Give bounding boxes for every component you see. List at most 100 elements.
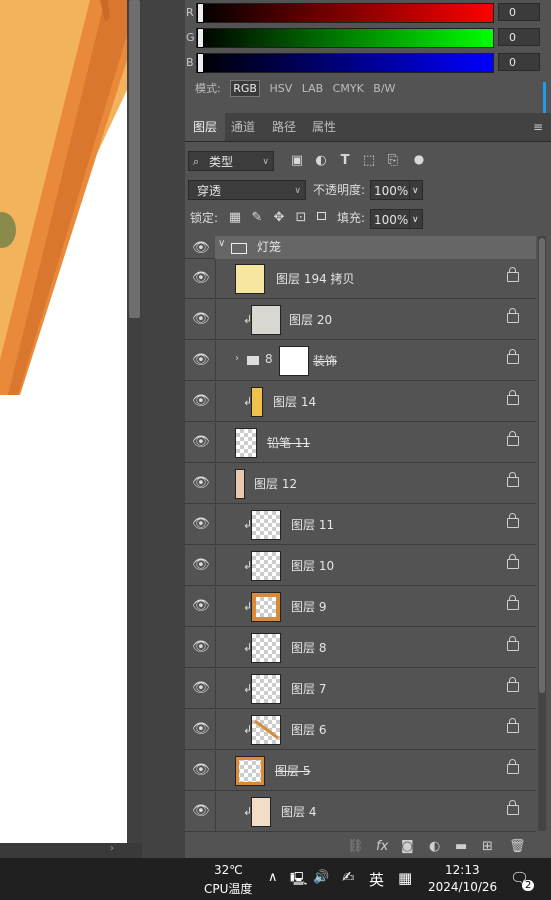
tab-channels[interactable]: 通道 xyxy=(231,113,259,141)
eye-icon[interactable]: 👁 xyxy=(192,680,210,696)
eye-icon[interactable]: 👁 xyxy=(192,598,210,614)
volume-icon[interactable]: 🔊 xyxy=(313,870,329,885)
pen-icon[interactable]: ✍ xyxy=(342,868,355,886)
mode-hsv[interactable]: HSV xyxy=(269,82,292,95)
layers-scroll-thumb[interactable] xyxy=(539,238,545,693)
adjustment-filter-icon[interactable]: ◐ xyxy=(313,151,329,171)
layer-row[interactable]: 👁 ↲ 图层 10 xyxy=(185,546,536,586)
layer-row[interactable]: 👁 图层 5 xyxy=(185,751,536,791)
layer-row[interactable]: 👁 铅笔 11 xyxy=(185,423,536,463)
red-slider[interactable] xyxy=(196,3,494,23)
eye-icon[interactable]: 👁 xyxy=(192,721,210,737)
text-filter-icon[interactable]: T xyxy=(337,151,353,171)
mode-cmyk[interactable]: CMYK xyxy=(333,82,364,95)
mode-rgb[interactable]: RGB xyxy=(230,80,260,97)
opacity-chevron-icon[interactable]: ∨ xyxy=(409,180,423,200)
layer-row-group-lantern[interactable]: 👁 ∨ 灯笼 xyxy=(185,236,536,259)
green-slider[interactable] xyxy=(196,28,494,48)
blue-slider[interactable] xyxy=(196,53,494,73)
document-canvas[interactable] xyxy=(0,0,127,843)
layer-name[interactable]: 图层 5 xyxy=(275,751,310,791)
lock-image-brush-icon[interactable]: ✎ xyxy=(249,208,265,228)
layer-row[interactable]: 👁 ↲ 图层 8 xyxy=(185,628,536,668)
tab-paths[interactable]: 路径 xyxy=(272,113,300,141)
blue-value-field[interactable]: 0 xyxy=(498,53,540,71)
layer-name[interactable]: 铅笔 11 xyxy=(267,423,310,463)
layers-list[interactable]: 👁 ∨ 灯笼 👁 图层 194 拷贝 👁 ↲ 图层 20 👁 › 8 装饰 👁 … xyxy=(185,236,536,832)
layer-name[interactable]: 图层 7 xyxy=(291,669,326,709)
layer-name[interactable]: 图层 10 xyxy=(291,546,334,586)
adjustment-layer-icon[interactable]: ◐ xyxy=(429,835,440,858)
layer-name[interactable]: 图层 4 xyxy=(281,792,316,832)
keyboard-layout-icon[interactable]: ▦ xyxy=(398,869,412,887)
mode-bw[interactable]: B/W xyxy=(373,82,395,95)
layer-row[interactable]: 👁 ↲ 图层 4 xyxy=(185,792,536,832)
layer-name[interactable]: 图层 12 xyxy=(254,464,297,504)
clock-time[interactable]: 12:13 xyxy=(445,863,480,877)
fill-field[interactable]: 100% xyxy=(370,209,410,229)
eye-icon[interactable]: 👁 xyxy=(192,434,210,450)
new-layer-icon[interactable]: ⊞ xyxy=(482,835,493,858)
layer-row[interactable]: 👁 ↲ 图层 20 xyxy=(185,300,536,340)
layer-row[interactable]: 👁 ↲ 图层 7 xyxy=(185,669,536,709)
chevron-down-icon[interactable]: ∨ xyxy=(218,238,225,249)
chevron-up-icon[interactable]: ∧ xyxy=(268,870,278,885)
layer-name[interactable]: 装饰 xyxy=(313,341,337,381)
fill-chevron-icon[interactable]: ∨ xyxy=(409,209,423,229)
blend-mode-dropdown[interactable]: 穿透 ∨ xyxy=(188,180,306,200)
layer-name[interactable]: 图层 9 xyxy=(291,587,326,627)
opacity-field[interactable]: 100% xyxy=(370,180,410,200)
delete-icon[interactable]: 🗑 xyxy=(509,835,526,858)
image-filter-icon[interactable]: ▣ xyxy=(289,151,305,171)
red-value-field[interactable]: 0 xyxy=(498,3,540,21)
eye-icon[interactable]: 👁 xyxy=(192,311,210,327)
chevron-right-icon[interactable]: › xyxy=(235,353,239,364)
panel-menu-icon[interactable]: ≡ xyxy=(533,113,547,141)
lock-transparency-icon[interactable]: ▦ xyxy=(227,208,243,228)
layer-name[interactable]: 图层 194 拷贝 xyxy=(276,259,355,299)
ime-indicator[interactable]: 英 xyxy=(369,869,384,890)
layer-name[interactable]: 图层 8 xyxy=(291,628,326,668)
eye-icon[interactable]: 👁 xyxy=(192,475,210,491)
eye-icon[interactable]: 👁 xyxy=(192,557,210,573)
clock-date[interactable]: 2024/10/26 xyxy=(428,880,497,894)
eye-icon[interactable]: 👁 xyxy=(192,762,210,778)
new-group-icon[interactable]: ▬ xyxy=(455,835,467,858)
mode-lab[interactable]: LAB xyxy=(302,82,323,95)
lock-position-icon[interactable]: ✥ xyxy=(271,208,287,228)
layer-name[interactable]: 图层 11 xyxy=(291,505,334,545)
add-mask-icon[interactable]: ◙ xyxy=(401,835,414,858)
network-icon[interactable]: 🖳 xyxy=(290,870,307,892)
canvas-scroll-thumb[interactable] xyxy=(129,0,140,318)
layer-row[interactable]: 👁 ↲ 图层 6 xyxy=(185,710,536,750)
eye-icon[interactable]: 👁 xyxy=(192,352,210,368)
eye-icon[interactable]: 👁 xyxy=(192,240,210,256)
link-layers-icon[interactable]: ⛓ xyxy=(347,835,364,858)
layer-row[interactable]: 👁 ↲ 图层 11 xyxy=(185,505,536,545)
layer-row[interactable]: 👁 ↲ 图层 14 xyxy=(185,382,536,422)
eye-icon[interactable]: 👁 xyxy=(192,803,210,819)
slider-thumb[interactable] xyxy=(197,3,204,23)
lock-artboard-icon[interactable]: ⊡ xyxy=(293,208,309,228)
layer-row[interactable]: 👁 ↲ 图层 9 xyxy=(185,587,536,627)
tab-properties[interactable]: 属性 xyxy=(312,113,340,141)
slider-thumb[interactable] xyxy=(197,28,204,48)
toggle-filter-icon[interactable]: ● xyxy=(411,149,427,169)
canvas-horizontal-scrollbar[interactable]: › xyxy=(0,843,142,858)
eye-icon[interactable]: 👁 xyxy=(192,270,210,286)
layer-name[interactable]: 图层 14 xyxy=(273,382,316,422)
chevron-right-icon[interactable]: › xyxy=(110,843,114,854)
layer-name[interactable]: 图层 6 xyxy=(291,710,326,750)
layer-filter-dropdown[interactable]: 类型 ⌕ ∨ xyxy=(188,151,274,171)
lock-all-icon[interactable] xyxy=(317,212,326,220)
layer-row[interactable]: 👁 图层 12 xyxy=(185,464,536,504)
slider-thumb[interactable] xyxy=(197,53,204,73)
eye-icon[interactable]: 👁 xyxy=(192,639,210,655)
fx-icon[interactable]: fx xyxy=(376,835,388,858)
layer-name[interactable]: 灯笼 xyxy=(257,236,281,259)
layer-name[interactable]: 图层 20 xyxy=(289,300,332,340)
eye-icon[interactable]: 👁 xyxy=(192,516,210,532)
shape-filter-icon[interactable]: ⬚ xyxy=(361,151,377,171)
eye-icon[interactable]: 👁 xyxy=(192,393,210,409)
layer-row-group-decoration[interactable]: 👁 › 8 装饰 xyxy=(185,341,536,381)
